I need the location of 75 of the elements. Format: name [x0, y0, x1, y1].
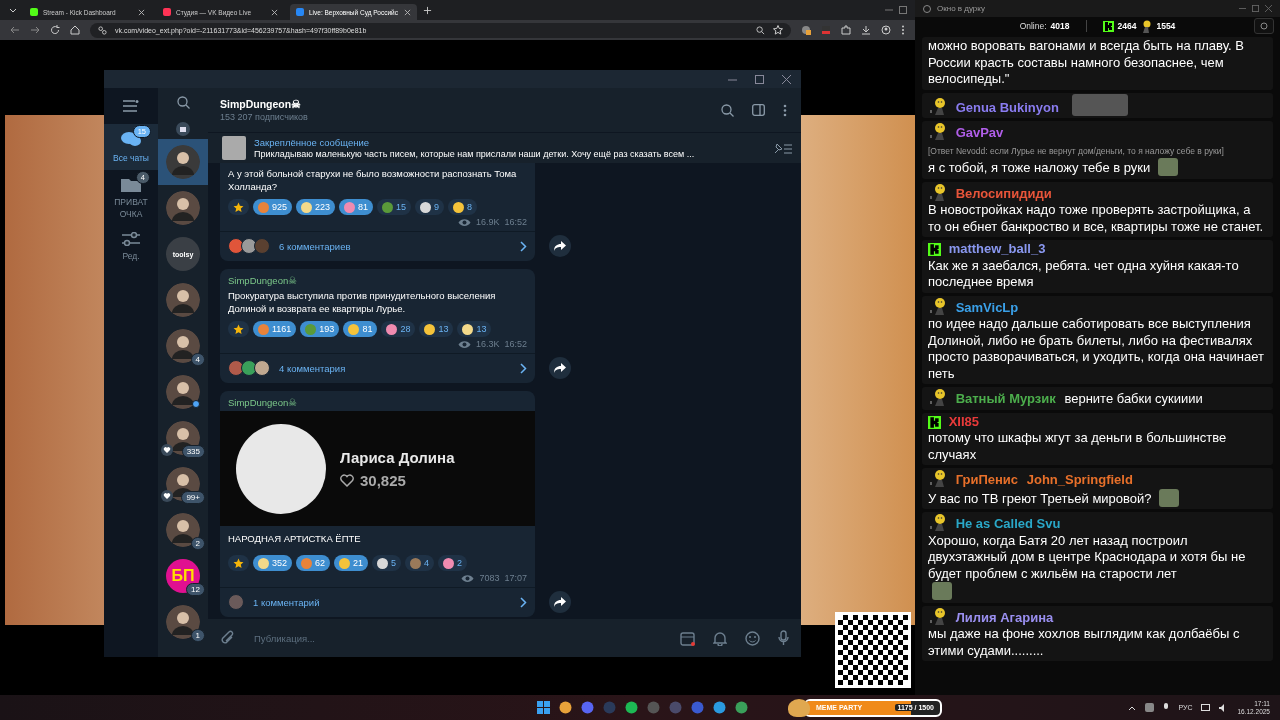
view-count: 7083 [479, 573, 500, 583]
online-count: 4018 [1050, 21, 1070, 31]
username[interactable]: ГриПенис [955, 472, 1019, 487]
username[interactable]: matthew_ball_3 [948, 241, 1046, 256]
pinned-title: Закреплённое сообщение [254, 137, 371, 148]
folder-tab[interactable]: Ред. [104, 226, 158, 268]
chat-avatar[interactable]: 4 [158, 323, 208, 369]
reaction-chip[interactable]: 2 [438, 555, 468, 571]
reaction-chip[interactable]: 223 [296, 199, 336, 215]
reaction-chip[interactable]: 5 [372, 555, 402, 571]
message-text: верните бабки сукииии [1064, 391, 1203, 408]
reaction-chip[interactable]: 28 [381, 321, 416, 337]
username[interactable]: XII85 [948, 413, 979, 429]
window-title: Окно в дурку [937, 4, 985, 13]
message-text: В новостройках надо тоже проверять застройщика, а то он ебнет банкроство и все, квартиры тоже не станет. [928, 202, 1265, 235]
message-text: Хорошо, когда Батя 20 лет назад построил двухэтажный дом в центре Краснодара и хотя бы не будет проблем с жильём на старости лет [928, 532, 1247, 582]
message-text: мы даже на фоне хохлов выглядим как долбаёбы с этими судами......... [928, 626, 1241, 659]
reaction-chip[interactable]: 13 [457, 321, 492, 337]
view-count: 16.9K [475, 217, 500, 227]
username[interactable]: SamVicLp [955, 299, 1019, 315]
chat-avatar[interactable]: 335 [158, 415, 208, 461]
chat-avatar[interactable]: 99+ [158, 461, 208, 507]
reaction-chip[interactable]: 1161 [253, 321, 297, 337]
message-text: можно воровать вагонами и всегда быть на плаву. В России красть составы намного безопаснее, чем велосипеды." [928, 38, 1245, 88]
reaction-chip[interactable]: 81 [339, 199, 374, 215]
post-text: Прокуратура выступила против принудительного выселения Долиной и возврата ее квартиры Лурье. [227, 289, 497, 315]
post-text: НАРОДНАЯ АРТИСТКА ЁПТЕ [227, 532, 362, 546]
author-name: SimpDungeon☠ [227, 397, 299, 410]
message-text: потому что шкафы жгут за деньги в большинстве случаях [928, 430, 1228, 463]
comments-link[interactable]: 4 комментария [275, 362, 512, 374]
online-label: Online: [1019, 21, 1047, 31]
pinned-message-bar[interactable]: Закреплённое сообщение Прикладываю маленькую часть писем, которые нам прислали наши детки. Хочу ещё раз сказать всем ... [208, 132, 801, 163]
reaction-chip[interactable]: 81 [343, 321, 378, 337]
post-text: А у этой больной старухи не было возможности распознать Тома Холланда? [227, 167, 518, 193]
chat-avatar[interactable]: 2 [158, 507, 208, 553]
reaction-chip[interactable]: 352 [253, 555, 293, 571]
author-name: SimpDungeon☠ [227, 275, 299, 288]
channel-name: SimpDungeon☠ [220, 98, 303, 110]
username[interactable]: Ватный Мурзик [955, 391, 1056, 406]
username[interactable]: Лилия Агарина [955, 609, 1054, 625]
username[interactable]: GavPav [955, 125, 1004, 140]
username[interactable]: He as Called Svu [955, 516, 1061, 531]
like-count: 30,825 [360, 471, 406, 489]
pinned-text: Прикладываю маленькую часть писем, которые нам прислали наши детки. Хочу ещё раз сказать всем ... [254, 149, 696, 159]
reaction-chip[interactable]: 9 [415, 199, 445, 215]
reply-quote: [Ответ Nevodd: если Лурье не вернут дом/деньги, то я наложу себе в руки] [928, 144, 1224, 158]
chat-avatar[interactable]: 1 [158, 599, 208, 645]
reaction-chip[interactable]: 21 [334, 555, 369, 571]
post-time: 16:52 [504, 217, 527, 227]
post-time: 16:52 [504, 339, 527, 349]
username[interactable]: Genua Bukinyon [955, 99, 1059, 115]
reaction-chip[interactable]: 62 [296, 555, 331, 571]
reaction-chip[interactable]: 13 [419, 321, 454, 337]
vk-viewer-count: 1554 [1156, 21, 1176, 31]
unread-badge: 99+ [181, 491, 205, 504]
post-time: 17:07 [504, 573, 527, 583]
message-text: Как же я заебался, ребята. чет одна хуйня какая-то последнее время [928, 257, 1240, 291]
username[interactable]: Велосипидиди [955, 185, 1052, 201]
reaction-chip[interactable]: 15 [377, 199, 412, 215]
reaction-chip[interactable]: 8 [448, 199, 478, 215]
unread-badge: 12 [186, 583, 205, 596]
profile-name: Лариса Долина [340, 448, 455, 466]
comments-link[interactable]: 1 комментарий [249, 596, 512, 608]
comments-link[interactable]: 6 комментариев [275, 240, 512, 252]
unread-badge: 335 [181, 445, 205, 458]
reaction-chip[interactable]: 925 [253, 199, 293, 215]
mention[interactable]: John_Springfield [1026, 472, 1133, 487]
kick-viewer-count: 2464 [1117, 21, 1137, 31]
reaction-chip[interactable]: 4 [405, 555, 435, 571]
subscriber-count: 153 207 подписчиков [220, 112, 309, 122]
message-text: я с тобой, я тоже наложу тебе в руки [928, 160, 1151, 177]
message-text: по идее надо дальше саботировать все выступления Долиной, либо не брать билеты, либо на фестивалях просто разворачиваться, и уходить, когда она начинает петь [928, 316, 1265, 382]
reaction-chip[interactable]: 193 [300, 321, 340, 337]
message-text: У вас по ТВ греют Третьей мировой? [928, 490, 1152, 507]
view-count: 16.3K [475, 339, 500, 349]
